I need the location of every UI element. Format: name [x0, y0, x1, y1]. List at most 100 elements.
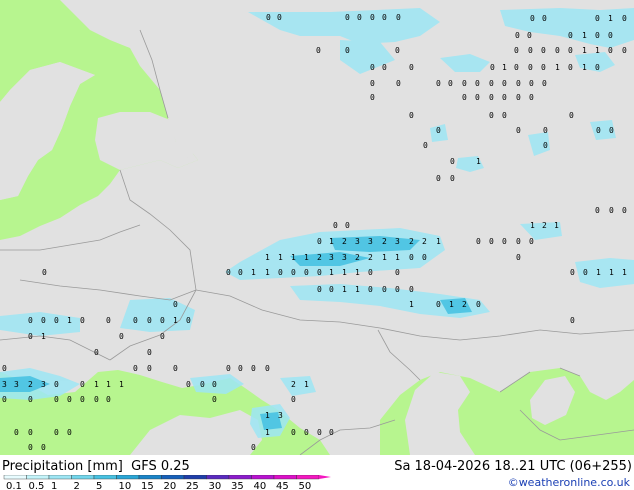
precip-value: 0	[382, 285, 387, 294]
precip-value: 1	[41, 332, 46, 341]
precip-value: 0	[541, 63, 546, 72]
precip-value: 0	[595, 31, 600, 40]
precip-value: 3	[329, 253, 334, 262]
precip-value: 1	[251, 268, 256, 277]
precip-value: 0	[436, 174, 441, 183]
color-scale: 0.1 0.5 1 2 5 10 15 20 25 30 35 40 45 50	[3, 475, 331, 490]
precip-value: 0	[489, 79, 494, 88]
precip-value: 0	[370, 13, 375, 22]
precip-value: 1	[595, 46, 600, 55]
precip-value: 0	[266, 13, 271, 22]
precip-value: 0	[277, 13, 282, 22]
precip-value: 0	[543, 126, 548, 135]
precip-value: 0	[583, 268, 588, 277]
precip-value: 0	[422, 253, 427, 262]
precip-value: 0	[291, 268, 296, 277]
scale-label: 5	[96, 481, 102, 490]
precip-value: 0	[595, 14, 600, 23]
precip-value: 0	[28, 395, 33, 404]
scale-label: 2	[74, 481, 80, 490]
valid-datetime: Sa 18-04-2026 18..21 UTC (06+255)	[394, 459, 632, 474]
precip-value: 0	[80, 395, 85, 404]
scale-label: 20	[164, 481, 177, 490]
precip-value: 1	[304, 253, 309, 262]
precip-value: 1	[530, 221, 535, 230]
scale-swatch	[206, 475, 230, 480]
precip-value: 1	[329, 268, 334, 277]
scale-swatch	[296, 475, 320, 480]
precip-value: 1	[173, 316, 178, 325]
precip-value: 0	[291, 428, 296, 437]
precip-value: 0	[529, 79, 534, 88]
precip-value: 3	[395, 237, 400, 246]
precip-value: 0	[395, 268, 400, 277]
map-footer: Precipitation [mm] GFS 0.25 Sa 18-04-202…	[0, 455, 634, 490]
precip-value: 2	[317, 253, 322, 262]
precip-value: 0	[595, 63, 600, 72]
precip-value: 0	[106, 395, 111, 404]
precip-value: 0	[450, 157, 455, 166]
scale-swatch	[3, 475, 27, 480]
precip-value: 0	[570, 268, 575, 277]
precip-value: 1	[609, 268, 614, 277]
scale-label: 50	[299, 481, 312, 490]
precip-value: 0	[316, 46, 321, 55]
precip-value: 1	[94, 380, 99, 389]
precip-value: 0	[67, 395, 72, 404]
scale-label: 10	[119, 481, 132, 490]
scale-swatch	[93, 475, 117, 480]
credit-link[interactable]: ©weatheronline.co.uk	[508, 476, 630, 489]
model-name: GFS 0.25	[131, 459, 190, 474]
precip-value: 0	[304, 428, 309, 437]
precip-value: 0	[106, 316, 111, 325]
precip-value: 1	[265, 428, 270, 437]
precip-value: 0	[212, 380, 217, 389]
precip-value: 0	[28, 443, 33, 452]
precip-value: 0	[516, 253, 521, 262]
precip-value: 1	[555, 63, 560, 72]
precip-value: 0	[370, 63, 375, 72]
precip-value: 0	[475, 79, 480, 88]
precip-value: 0	[345, 13, 350, 22]
precipitation-map: 0000000000100001000000000011000000100010…	[0, 0, 634, 455]
precip-value: 0	[608, 46, 613, 55]
precip-value: 2	[462, 300, 467, 309]
lake-onega	[215, 116, 229, 140]
precip-value: 0	[542, 14, 547, 23]
precip-value: 0	[529, 237, 534, 246]
scale-label: 0.5	[29, 481, 45, 490]
precip-value: 0	[94, 348, 99, 357]
precip-value: 0	[436, 300, 441, 309]
precip-value: 0	[147, 316, 152, 325]
precip-value: 0	[251, 364, 256, 373]
precip-value: 0	[568, 63, 573, 72]
precip-value: 0	[476, 237, 481, 246]
precip-value: 3	[41, 380, 46, 389]
precip-value: 1	[449, 300, 454, 309]
precip-value: 1	[265, 411, 270, 420]
scale-label: 35	[231, 481, 244, 490]
precip-value: 0	[622, 46, 627, 55]
precip-value: 0	[529, 93, 534, 102]
precip-value: 0	[238, 268, 243, 277]
precip-value: 0	[528, 63, 533, 72]
precip-value: 0	[382, 13, 387, 22]
precip-value: 0	[514, 63, 519, 72]
scale-label: 15	[141, 481, 154, 490]
precip-value: 0	[489, 93, 494, 102]
precip-value: 0	[502, 111, 507, 120]
precip-value: 2	[342, 237, 347, 246]
precip-value: 0	[395, 46, 400, 55]
precip-value: 1	[395, 253, 400, 262]
precip-value: 3	[14, 380, 19, 389]
precip-value: 1	[278, 253, 283, 262]
precip-value: 0	[54, 395, 59, 404]
precip-value: 0	[291, 395, 296, 404]
precip-value: 0	[317, 237, 322, 246]
precip-value: 0	[368, 285, 373, 294]
scale-swatch	[273, 475, 297, 480]
precip-value: 0	[67, 428, 72, 437]
precip-value: 0	[542, 79, 547, 88]
precip-value: 0	[396, 13, 401, 22]
precip-value: 0	[462, 93, 467, 102]
